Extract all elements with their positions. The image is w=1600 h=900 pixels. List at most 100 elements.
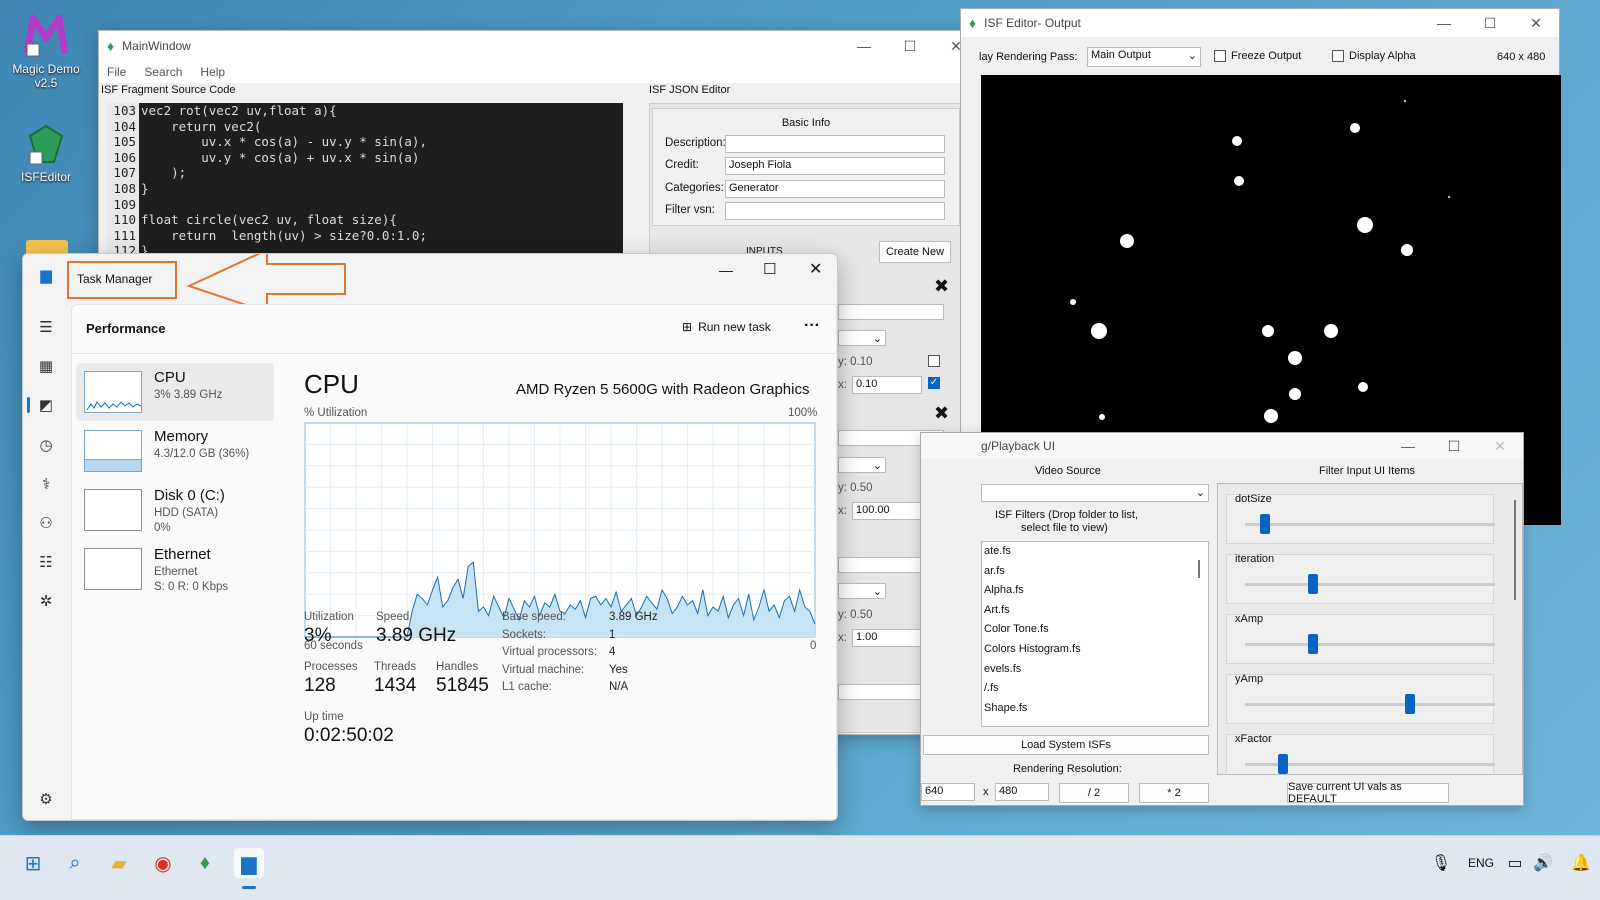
filter-file-item[interactable]: evels.fs <box>982 660 1208 680</box>
filter-list[interactable]: ate.fs ar.fs Alpha.fs Art.fs Color Tone.fs Co… <box>981 541 1209 727</box>
filter-items-scrollbar[interactable] <box>1514 500 1516 600</box>
hamburger-menu-icon[interactable]: ☰ <box>35 316 57 338</box>
checkbox[interactable] <box>928 355 940 367</box>
load-system-isfs-button[interactable]: Load System ISFs <box>923 735 1209 755</box>
main-window-titlebar[interactable]: ♦ MainWindow — ☐ ✕ <box>99 31 979 61</box>
filter-file-item[interactable]: Color Tone.fs <box>982 620 1208 640</box>
maximize-button[interactable]: ☐ <box>1467 8 1513 38</box>
slider-track[interactable] <box>1245 574 1495 594</box>
remove-input-icon[interactable]: ✖ <box>934 276 949 297</box>
task-manager-taskbar-icon[interactable]: ▆ <box>234 848 264 878</box>
filter-list-scrollbar[interactable] <box>1198 560 1200 578</box>
filter-file-item[interactable]: Shape.fs <box>982 699 1208 719</box>
input-name-field[interactable] <box>838 304 944 320</box>
slider-thumb[interactable] <box>1405 694 1415 714</box>
double-resolution-button[interactable]: * 2 <box>1139 783 1209 803</box>
input-type-select[interactable]: ⌄ <box>838 330 886 346</box>
processes-icon[interactable]: ▦ <box>35 355 57 377</box>
slider-track[interactable] <box>1245 634 1495 654</box>
settings-gear-icon[interactable]: ⚙ <box>35 788 57 810</box>
save-default-button[interactable]: Save current UI vals as DEFAULT <box>1287 781 1449 805</box>
resource-item-cpu[interactable]: CPU 3% 3.89 GHz <box>76 363 274 421</box>
file-explorer-icon[interactable]: ▰ <box>104 848 134 878</box>
slider-thumb[interactable] <box>1260 514 1270 534</box>
input-type-select[interactable]: ⌄ <box>838 457 886 473</box>
menu-help[interactable]: Help <box>200 65 225 79</box>
maximize-button[interactable]: ☐ <box>763 260 776 278</box>
credit-field[interactable]: Joseph Fiola <box>725 157 945 175</box>
code-editor[interactable]: 103 vec2 rot(vec2 uv,float a){104 return … <box>107 103 623 253</box>
search-icon[interactable]: ⌕ <box>60 848 90 878</box>
slider-thumb[interactable] <box>1277 754 1288 774</box>
line-number: 103 <box>107 103 139 119</box>
minimize-button[interactable]: — <box>1385 431 1431 461</box>
filter-vsn-field[interactable] <box>725 202 945 220</box>
details-icon[interactable]: ☷ <box>35 551 57 573</box>
close-button[interactable]: ✕ <box>1477 431 1523 461</box>
task-manager-title: Task Manager <box>77 272 153 286</box>
menu-search[interactable]: Search <box>144 65 182 79</box>
resolution-height-field[interactable]: 480 <box>995 783 1049 801</box>
checkbox-checked[interactable]: ✓ <box>928 377 940 389</box>
filter-file-item[interactable]: /.fs <box>982 679 1208 699</box>
language-indicator[interactable]: ENG <box>1468 856 1494 870</box>
slider-thumb[interactable] <box>1307 574 1318 594</box>
volume-icon[interactable]: 🔊 <box>1528 848 1558 878</box>
categories-label: Categories: <box>665 182 724 194</box>
more-options-button[interactable]: ··· <box>804 317 820 335</box>
maximize-button[interactable]: ☐ <box>1431 431 1477 461</box>
notification-icon[interactable]: 🔔 <box>1566 848 1596 878</box>
input-value-field[interactable]: 100.00 <box>852 502 922 520</box>
folder-icon[interactable] <box>26 240 68 254</box>
filter-file-item[interactable]: Colors Histogram.fs <box>982 640 1208 660</box>
minimize-button[interactable]: — <box>841 31 887 61</box>
minimize-button[interactable]: — <box>719 262 733 278</box>
freeze-checkbox[interactable] <box>1214 50 1226 62</box>
resource-item-ethernet[interactable]: Ethernet Ethernet S: 0 R: 0 Kbps <box>76 540 274 598</box>
slider-thumb[interactable] <box>1307 634 1318 654</box>
app-history-icon[interactable]: ◷ <box>35 434 57 456</box>
description-field[interactable] <box>725 135 945 153</box>
resolution-width-field[interactable]: 640 <box>921 783 975 801</box>
desktop-icon-magic-demo[interactable]: Magic Demo v2.5 <box>11 12 81 90</box>
output-titlebar[interactable]: ♦ ISF Editor- Output — ☐ ✕ <box>961 9 1559 37</box>
menu-file[interactable]: File <box>107 65 126 79</box>
video-source-select[interactable]: ⌄ <box>981 484 1209 502</box>
input-value-field[interactable]: 0.10 <box>852 376 922 394</box>
slider-track[interactable] <box>1245 694 1495 714</box>
utilization-axis-label: % Utilization <box>304 407 368 419</box>
filter-file-item[interactable]: Art.fs <box>982 601 1208 621</box>
filter-file-item[interactable]: Alpha.fs <box>982 581 1208 601</box>
close-button[interactable]: ✕ <box>809 259 822 279</box>
create-new-button[interactable]: Create New <box>879 241 951 263</box>
input-type-select[interactable]: ⌄ <box>838 583 886 599</box>
slider-track[interactable] <box>1245 514 1495 534</box>
maximize-button[interactable]: ☐ <box>887 31 933 61</box>
slider-track[interactable] <box>1245 754 1495 774</box>
start-windows-icon[interactable]: ⊞ <box>18 848 48 878</box>
dot <box>1358 382 1368 392</box>
desktop-icon-isfeditor[interactable]: ISFEditor <box>11 122 81 184</box>
half-resolution-button[interactable]: / 2 <box>1059 783 1129 803</box>
filter-file-item[interactable]: ar.fs <box>982 562 1208 582</box>
isfeditor-taskbar-icon[interactable]: ♦ <box>190 848 220 878</box>
close-button[interactable]: ✕ <box>1513 8 1559 38</box>
microphone-icon[interactable]: 🎙 <box>1426 848 1456 878</box>
performance-icon[interactable]: ◩ <box>35 394 57 416</box>
run-new-task-button[interactable]: ⊞ Run new task <box>682 320 771 334</box>
minimize-button[interactable]: — <box>1421 8 1467 38</box>
chrome-icon[interactable]: ◉ <box>148 848 178 878</box>
startup-apps-icon[interactable]: ⚕ <box>35 473 57 495</box>
users-icon[interactable]: ⚇ <box>35 512 57 534</box>
network-icon[interactable]: ▭ <box>1500 848 1530 878</box>
categories-field[interactable]: Generator <box>725 180 945 198</box>
alpha-checkbox[interactable] <box>1332 50 1344 62</box>
playback-titlebar[interactable]: g/Playback UI — ☐ ✕ <box>921 433 1523 459</box>
remove-input-icon[interactable]: ✖ <box>934 403 949 424</box>
filter-file-item[interactable]: ate.fs <box>982 542 1208 562</box>
services-icon[interactable]: ✲ <box>35 590 57 612</box>
resource-item-disk[interactable]: Disk 0 (C:) HDD (SATA) 0% <box>76 481 274 539</box>
input-value-field[interactable]: 1.00 <box>852 629 922 647</box>
resource-item-memory[interactable]: Memory 4.3/12.0 GB (36%) <box>76 422 274 480</box>
pass-select[interactable]: Main Output ⌄ <box>1087 47 1201 67</box>
